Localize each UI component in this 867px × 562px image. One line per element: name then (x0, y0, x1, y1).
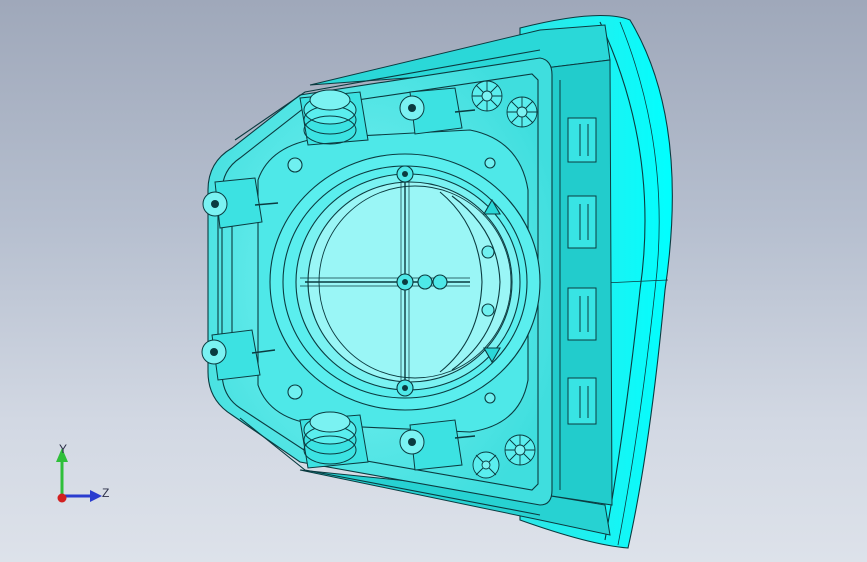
y-axis-label: Y (59, 442, 68, 456)
cad-model[interactable] (0, 0, 867, 562)
z-axis-arrowhead (90, 490, 102, 502)
x-axis-origin-dot (57, 493, 67, 503)
coordinate-triad (40, 436, 120, 516)
z-axis-label: Z (102, 486, 110, 500)
graphics-viewport[interactable]: Y Z (0, 0, 867, 562)
axis-triad-icon (56, 448, 102, 503)
model-mounting-ring (257, 129, 541, 433)
